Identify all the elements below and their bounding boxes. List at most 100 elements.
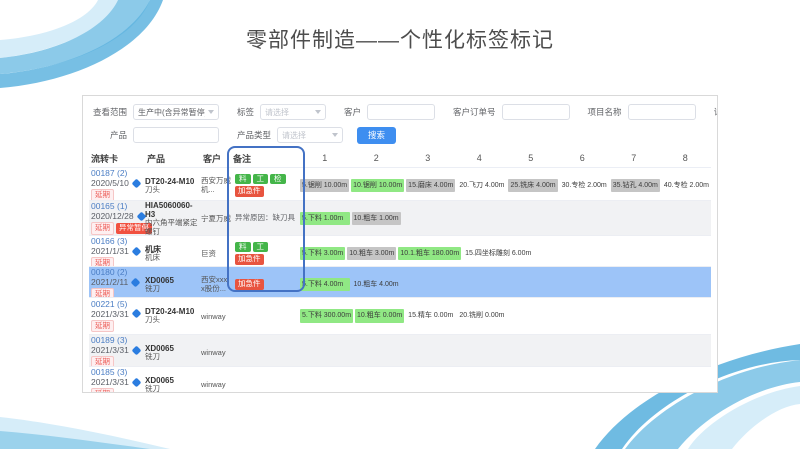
card-status-tags: 延期 [91, 355, 145, 367]
column-header: 7 [608, 153, 660, 163]
remark-tag: 加急件 [235, 186, 264, 197]
project-name-input[interactable] [628, 104, 696, 120]
table-row[interactable]: 00165 (1)2020/12/28延期异常暂停HIA5060060-H3内六… [89, 201, 711, 236]
remark-tag: 工 [253, 174, 269, 185]
table-row[interactable]: 00187 (2)2020/5/10延期DT20-24-M10刀头西安万威机..… [89, 168, 711, 201]
card-date-text: 2020/12/28 [91, 211, 134, 221]
column-header: 备注 [231, 152, 299, 165]
card-number-link[interactable]: 00187 (2) [91, 168, 145, 178]
tag-filter-label: 标签 [237, 106, 254, 118]
presentation-slide: 零部件制造——个性化标签标记 查看范围 生产中(含异常暂停) 标签 请选择 客户… [0, 0, 800, 449]
table-row[interactable]: 00180 (2)2021/2/11延期XD0065铣刀西安xxx x股份...… [89, 267, 711, 298]
process-step-cell: 10.粗车 3.00m [346, 247, 397, 260]
customer-order-input[interactable] [502, 104, 570, 120]
remark-cell: 加急件 [231, 278, 299, 291]
card-status-tags: 延期 [91, 387, 145, 393]
flow-card-cell: 00165 (1)2020/12/28延期异常暂停 [89, 201, 145, 236]
remark-tag: 加急件 [235, 254, 264, 265]
process-step[interactable]: 20.铣削 0.00m [457, 309, 506, 322]
label-tag-icon[interactable] [131, 377, 141, 387]
customer-cell: 西安万威机... [201, 176, 231, 194]
remark-tag: 料 [235, 174, 251, 185]
process-step-cell: 15.四坐标雕刻 6.00m [462, 247, 534, 260]
process-step[interactable]: 20.飞刀 4.00m [457, 179, 506, 192]
customer-cell: winway [201, 312, 231, 321]
product-type: 铣刀 [145, 385, 201, 393]
process-step-cell: 10.锯削 10.00m [350, 179, 405, 192]
column-header: 流转卡 [89, 152, 145, 165]
remark-cell: 异常原因：缺刀具 [231, 214, 299, 222]
card-number-link[interactable]: 00189 (3) [91, 335, 145, 345]
process-step[interactable]: 10.粗车 4.00m [352, 278, 402, 291]
table-row[interactable]: 00189 (3)2021/3/31延期XD0065铣刀winway [89, 335, 711, 367]
flow-card-cell: 00180 (2)2021/2/11延期 [89, 267, 145, 298]
card-number-link[interactable]: 00185 (3) [91, 367, 145, 377]
card-date: 2021/3/31 [91, 377, 145, 387]
label-tag-icon[interactable] [131, 309, 141, 319]
process-step[interactable]: 10.粗车 1.00m [352, 212, 402, 225]
column-header: 客户 [201, 152, 231, 165]
card-number-link[interactable]: 00166 (3) [91, 236, 145, 246]
customer-cell: 西安xxx x股份... [201, 275, 231, 293]
status-tag: 延期 [91, 356, 114, 367]
process-step[interactable]: 10.1.粗车 180.00m [398, 247, 461, 260]
card-number-link[interactable]: 00165 (1) [91, 201, 145, 211]
label-tag-icon[interactable] [131, 345, 141, 355]
product-filter-label: 产品 [89, 129, 127, 141]
table-row[interactable]: 00185 (3)2021/3/31延期XD0065铣刀winway [89, 367, 711, 393]
product-name: HIA5060060-H3 [145, 201, 201, 219]
process-step-cell: 30.专检 2.00m [559, 179, 610, 192]
process-step-cell: 25.铣床 4.00m [507, 179, 558, 192]
process-step[interactable]: 15.精车 0.00m [406, 309, 455, 322]
process-step[interactable]: 10.粗车 3.00m [347, 247, 396, 260]
status-tag: 延期 [91, 388, 114, 393]
product-cell: DT20-24-M10刀头 [145, 307, 201, 325]
flow-card-cell: 00166 (3)2021/1/31延期 [89, 236, 145, 267]
process-step[interactable]: 40.专检 2.00m [662, 179, 711, 192]
wave-decoration-bottom-left [0, 399, 170, 449]
flow-card-cell: 00221 (5)2021/3/31延期 [89, 299, 145, 334]
process-step[interactable]: 5.下料 1.00m [300, 212, 350, 225]
process-step[interactable]: 15.磨床 4.00m [406, 179, 455, 192]
process-step[interactable]: 10.粗车 0.00m [355, 309, 404, 322]
card-date-text: 2020/5/10 [91, 178, 129, 188]
process-step[interactable]: 5.下料 300.00m [300, 309, 353, 322]
process-step-cell: 5.下料 3.00m [299, 247, 346, 260]
product-cell: HIA5060060-H3内六角平端紧定螺钉 [145, 201, 201, 236]
table-row[interactable]: 00166 (3)2021/1/31延期机床机床巨资料工加急件5.下料 3.00… [89, 236, 711, 267]
remark-cell: 料工加急件 [231, 241, 299, 266]
status-tag: 延期 [91, 320, 114, 333]
process-step[interactable]: 5.下料 3.00m [300, 247, 345, 260]
search-button[interactable]: 搜索 [357, 127, 396, 144]
status-tag: 延期 [91, 257, 114, 267]
status-tag: 延期 [91, 222, 114, 235]
production-flow-panel: 查看范围 生产中(含异常暂停) 标签 请选择 客户 客户订单号 项目名称 订单号… [82, 95, 718, 393]
label-tag-icon[interactable] [131, 246, 141, 256]
customer-order-label: 客户订单号 [453, 106, 496, 118]
process-step[interactable]: 5.锯削 10.00m [300, 179, 349, 192]
process-step[interactable]: 35.钻孔 4.00m [611, 179, 660, 192]
product-input[interactable] [133, 127, 219, 143]
process-step-cell: 40.专检 2.00m [661, 179, 711, 192]
label-tag-icon[interactable] [131, 178, 141, 188]
column-header: 8 [660, 153, 712, 163]
card-number-link[interactable]: 00180 (2) [91, 267, 145, 277]
process-step[interactable]: 30.专检 2.00m [560, 179, 609, 192]
customer-input[interactable] [367, 104, 435, 120]
process-step-cell: 10.1.粗车 180.00m [397, 247, 462, 260]
tag-select[interactable]: 请选择 [260, 104, 326, 120]
process-step-cell: 35.钻孔 4.00m [610, 179, 661, 192]
table-row[interactable]: 00221 (5)2021/3/31延期DT20-24-M10刀头winway 5… [89, 298, 711, 335]
view-scope-label: 查看范围 [89, 106, 127, 118]
card-date-text: 2021/1/31 [91, 246, 129, 256]
label-tag-icon[interactable] [131, 277, 141, 287]
product-type-select[interactable]: 请选择 [277, 127, 343, 143]
process-step[interactable]: 15.四坐标雕刻 6.00m [463, 247, 533, 260]
process-step[interactable]: 5.下料 4.00m [300, 278, 350, 291]
view-scope-select[interactable]: 生产中(含异常暂停) [133, 104, 219, 120]
card-status-tags: 延期 [91, 319, 145, 334]
card-number-link[interactable]: 00221 (5) [91, 299, 145, 309]
process-step[interactable]: 25.铣床 4.00m [508, 179, 557, 192]
process-step[interactable]: 10.锯削 10.00m [351, 179, 404, 192]
product-cell: XD0065铣刀 [145, 276, 201, 294]
